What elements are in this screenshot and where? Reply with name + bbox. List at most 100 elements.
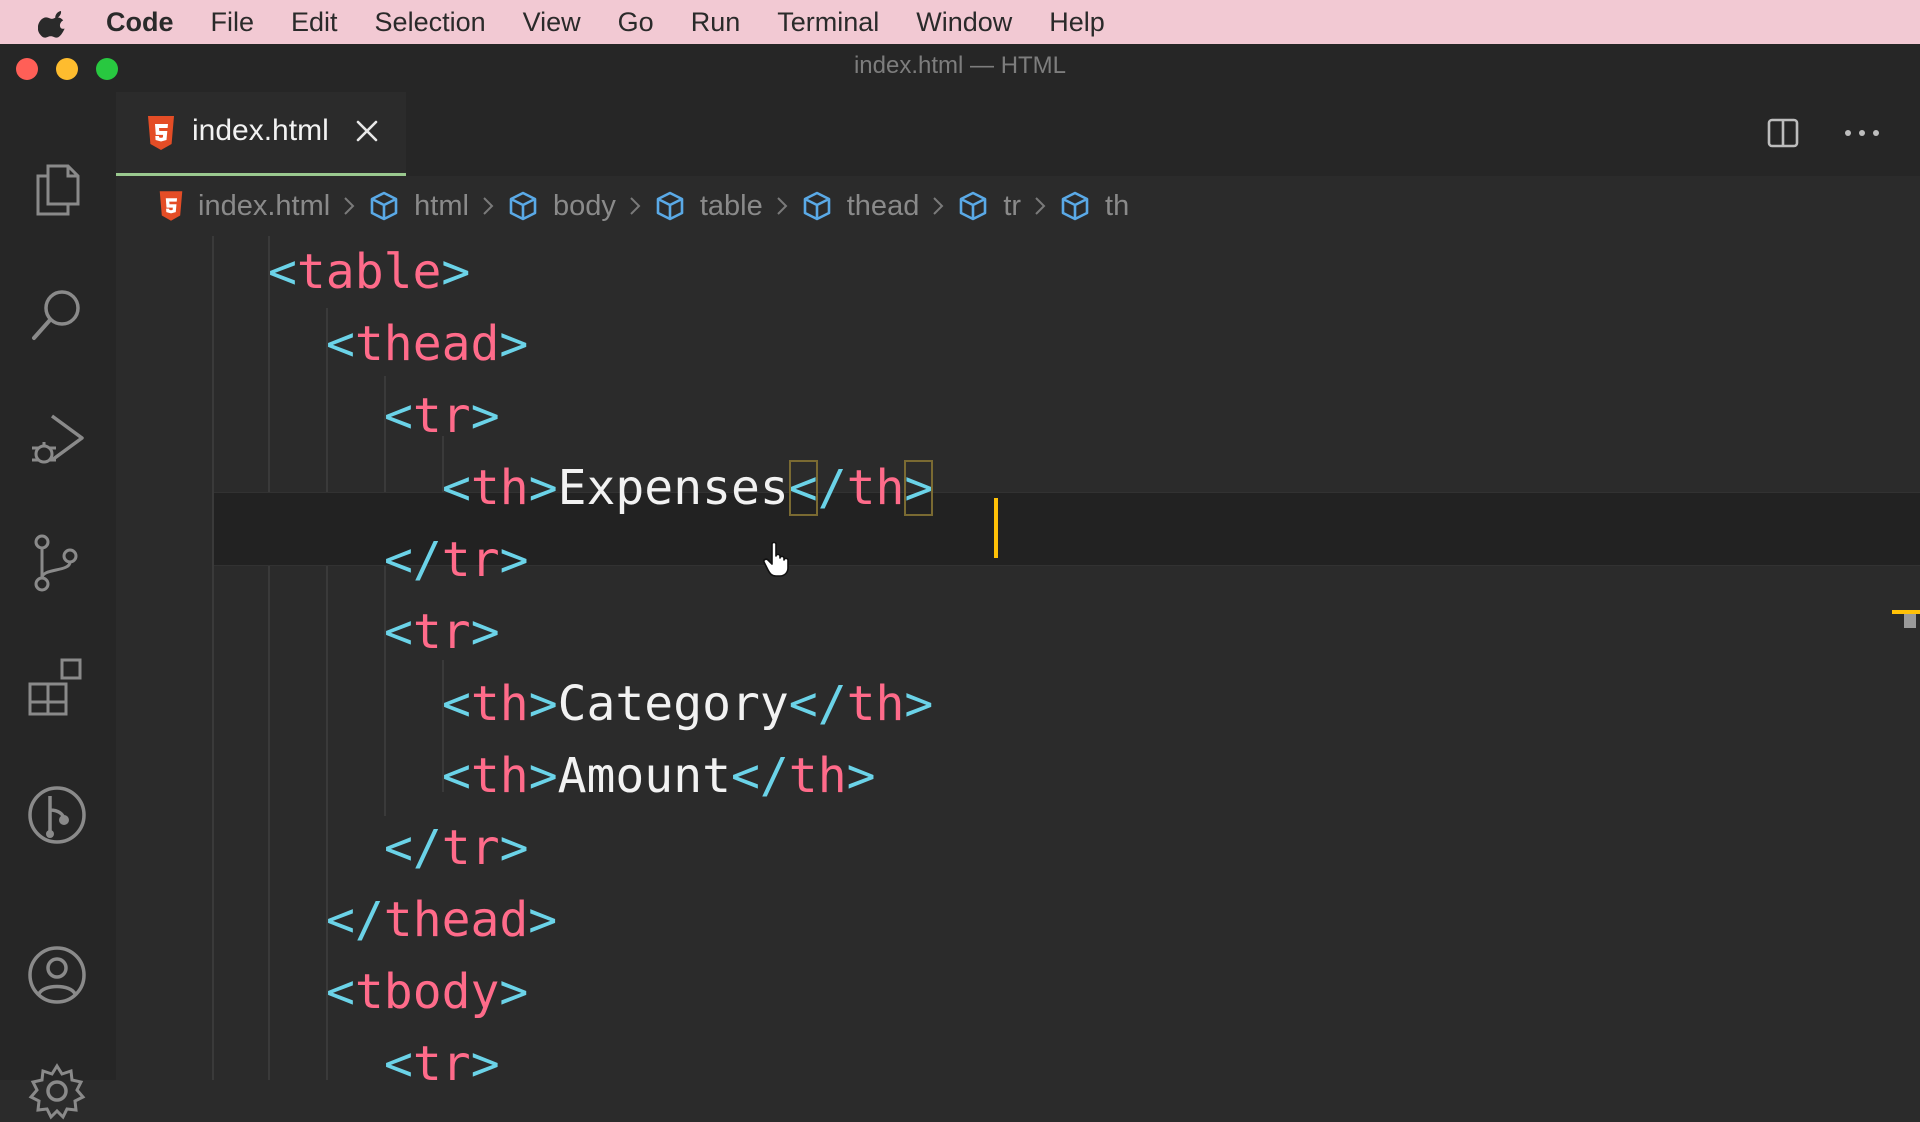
vscode-window: index.html — HTML index.html index.html …: [0, 44, 1920, 1120]
menu-window[interactable]: Window: [916, 7, 1012, 38]
code-line[interactable]: <tbody>: [326, 956, 528, 1028]
menu-help[interactable]: Help: [1049, 7, 1105, 38]
punctuation-token: <: [384, 604, 413, 660]
punctuation-token: >: [470, 1036, 500, 1092]
code-line[interactable]: <table>: [268, 236, 470, 308]
tag-name-token: th: [470, 676, 529, 732]
symbol-element-icon: [370, 191, 398, 221]
breadcrumb-item-body[interactable]: body: [507, 190, 616, 223]
punctuation-token: </: [384, 532, 442, 588]
breadcrumb-item-tr[interactable]: tr: [957, 190, 1021, 223]
html5-file-icon: [148, 116, 174, 150]
symbol-element-icon: [960, 191, 987, 221]
breadcrumb-label: index.html: [198, 189, 331, 222]
code-line[interactable]: <th>Amount</th>: [442, 740, 876, 812]
punctuation-token: <: [268, 244, 297, 300]
chevron-right-icon: [344, 197, 355, 215]
breadcrumb-label: thead: [846, 189, 920, 222]
explorer-icon[interactable]: [26, 158, 88, 220]
code-line[interactable]: <th>Category</th>: [442, 668, 933, 740]
tag-name-token: th: [846, 460, 905, 516]
breadcrumb-item-thead[interactable]: thead: [801, 189, 920, 223]
breadcrumb-label: th: [1105, 189, 1130, 222]
code-line[interactable]: <th>Expenses</th>: [442, 452, 934, 524]
code-line[interactable]: </thead>: [326, 884, 557, 956]
breadcrumb-item-file[interactable]: index.html: [158, 190, 330, 223]
chevron-right-icon: [933, 197, 944, 215]
punctuation-token: <: [442, 460, 471, 516]
menu-app-code[interactable]: Code: [106, 7, 174, 38]
search-icon[interactable]: [26, 284, 88, 346]
tag-name-token: th: [846, 676, 905, 732]
tab-strip: index.html: [116, 92, 1920, 176]
punctuation-token: </: [731, 748, 789, 804]
source-control-icon[interactable]: [26, 532, 88, 594]
punctuation-token: >: [846, 748, 876, 804]
extensions-icon[interactable]: [26, 656, 88, 718]
html5-file-icon: [159, 191, 183, 221]
activity-bar: [0, 92, 116, 1120]
tag-name-token: tr: [441, 820, 500, 876]
punctuation-token: >: [470, 604, 500, 660]
tag-name-token: table: [296, 244, 442, 300]
code-line[interactable]: </tr>: [384, 524, 529, 596]
punctuation-token: >: [528, 892, 558, 948]
tag-name-token: tr: [412, 1036, 471, 1092]
chevron-right-icon: [777, 197, 788, 215]
punctuation-token: >: [904, 460, 934, 516]
indent-guide: [268, 236, 270, 1080]
mouse-pointer-hand-icon: [763, 541, 789, 577]
menu-run[interactable]: Run: [691, 7, 741, 38]
split-editor-icon[interactable]: [1766, 116, 1800, 150]
breadcrumb-item-html[interactable]: html: [368, 190, 469, 223]
tag-name-token: tr: [412, 388, 471, 444]
apple-logo-icon[interactable]: [38, 5, 72, 39]
punctuation-token: >: [528, 676, 558, 732]
breadcrumb-label: tr: [1003, 189, 1022, 222]
overview-ruler-marker: [1892, 610, 1920, 628]
menu-go[interactable]: Go: [618, 7, 654, 38]
more-actions-icon[interactable]: [1842, 126, 1882, 140]
code-editor[interactable]: <table> <thead> <tr> <th>Expenses</th> </tr>…: [116, 236, 1920, 1092]
tab-label: index.html: [192, 114, 329, 147]
code-line[interactable]: <thead>: [326, 308, 528, 380]
settings-gear-icon[interactable]: [26, 1060, 88, 1122]
git-graph-icon[interactable]: [26, 784, 88, 846]
menu-edit[interactable]: Edit: [291, 7, 338, 38]
symbol-element-icon: [656, 191, 684, 221]
indent-guide: [212, 236, 214, 1080]
punctuation-token: <: [788, 460, 818, 516]
punctuation-token: >: [499, 316, 529, 372]
tab-index-html[interactable]: index.html: [116, 92, 406, 176]
punctuation-token: </: [326, 892, 384, 948]
run-debug-icon[interactable]: [26, 408, 88, 470]
breadcrumb-label: html: [414, 189, 469, 222]
breadcrumb-item-table[interactable]: table: [654, 190, 763, 223]
punctuation-token: </: [788, 676, 847, 732]
menu-bar: Code File Edit Selection View Go Run Ter…: [0, 0, 1920, 44]
code-line[interactable]: <tr>: [384, 596, 500, 668]
punctuation-token: <: [384, 388, 413, 444]
punctuation-token: >: [499, 532, 529, 588]
punctuation-token: <: [326, 964, 355, 1020]
menu-file[interactable]: File: [211, 7, 255, 38]
symbol-element-icon: [1061, 191, 1089, 221]
code-line[interactable]: </tr>: [384, 812, 529, 884]
menu-view[interactable]: View: [523, 7, 581, 38]
punctuation-token: >: [528, 460, 558, 516]
menu-selection[interactable]: Selection: [375, 7, 486, 38]
code-line[interactable]: <tr>: [384, 1028, 500, 1100]
window-title: index.html — HTML: [853, 52, 1067, 79]
account-icon[interactable]: [26, 944, 88, 1006]
title-bar: index.html — HTML: [0, 44, 1920, 92]
chevron-right-icon: [1035, 197, 1046, 215]
text-token: Amount: [557, 748, 731, 804]
code-line[interactable]: <tr>: [384, 380, 500, 452]
punctuation-token: >: [441, 244, 471, 300]
tag-name-token: th: [470, 748, 529, 804]
breadcrumb-item-th[interactable]: th: [1059, 190, 1129, 223]
tag-name-token: thead: [354, 316, 500, 372]
punctuation-token: <: [442, 676, 471, 732]
close-icon[interactable]: [354, 118, 380, 144]
menu-terminal[interactable]: Terminal: [777, 7, 879, 38]
